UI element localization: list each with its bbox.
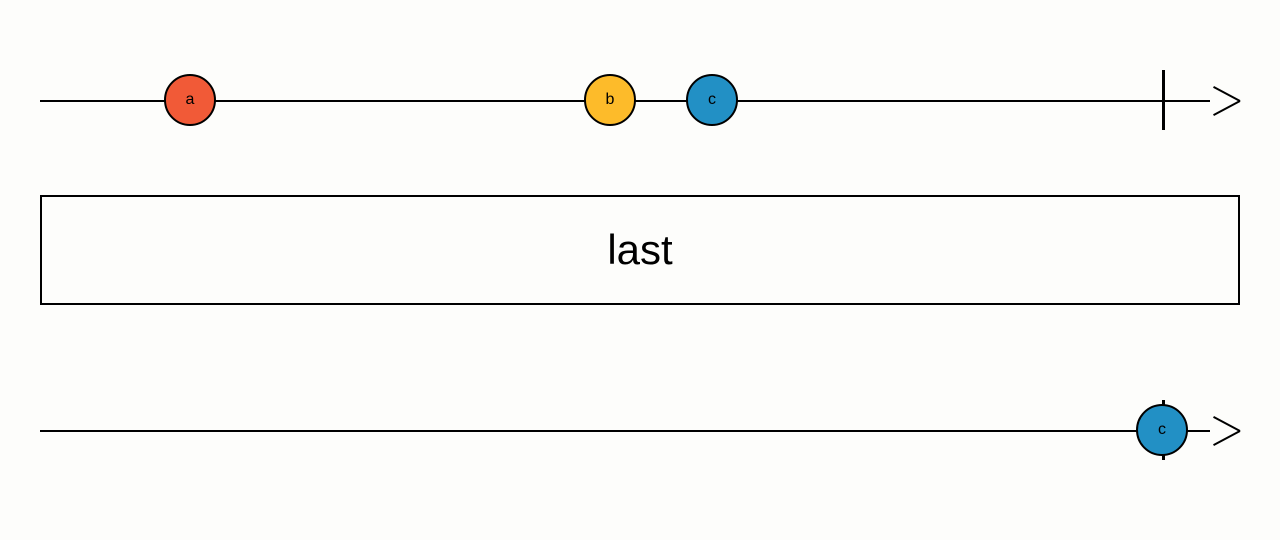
operator-label: last [607,226,672,274]
marble-label: a [186,91,195,109]
marble-label: b [606,91,615,109]
input-marble-a: a [164,74,216,126]
marble-label: c [1158,421,1166,439]
output-axis-line [40,430,1210,432]
output-marble-c: c [1136,404,1188,456]
input-marble-b: b [584,74,636,126]
input-timeline: a b c [40,70,1240,130]
input-completion-tick [1162,70,1165,130]
input-marble-c: c [686,74,738,126]
marble-label: c [708,91,716,109]
output-timeline: c [40,400,1240,460]
operator-box: last [40,195,1240,305]
